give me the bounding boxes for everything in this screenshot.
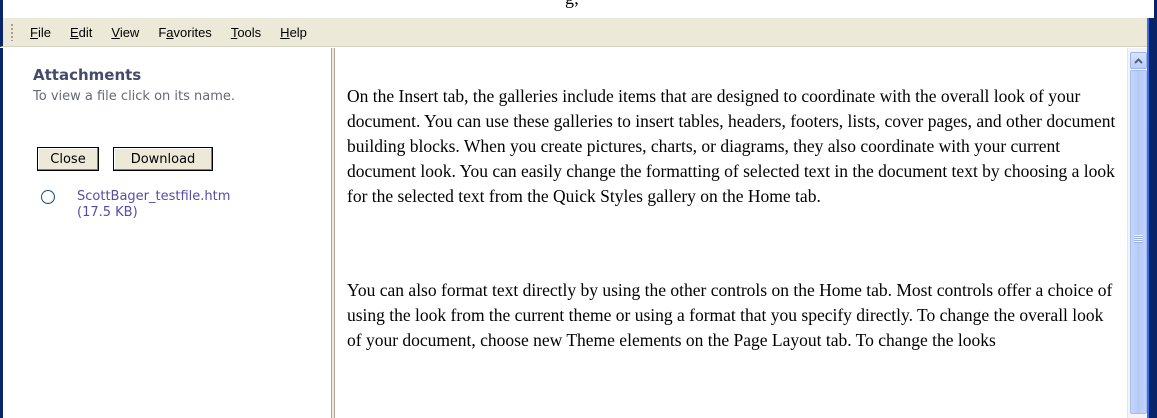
scroll-thumb[interactable] (1130, 70, 1147, 414)
menu-edit[interactable]: Edit (70, 23, 92, 42)
attachments-hint: To view a file click on its name. (33, 89, 236, 104)
browser-window: g; File Edit View Favorites Tools Help A… (0, 0, 1157, 418)
file-radio-button[interactable] (41, 190, 55, 204)
attachment-file-size: (17.5 KB) (77, 205, 138, 220)
title-strip: g; (0, 0, 1157, 18)
toolbar-grip-icon[interactable] (10, 23, 14, 41)
window-frame-right (1147, 18, 1157, 418)
window-border-left (0, 0, 3, 18)
menu-file[interactable]: File (30, 23, 51, 42)
grip-icon (1134, 235, 1143, 243)
scroll-up-button[interactable] (1130, 52, 1147, 69)
content-paragraph: On the Insert tab, the galleries include… (347, 86, 1116, 206)
chevron-up-icon (1134, 57, 1143, 64)
content-paragraph: You can also format text directly by usi… (347, 280, 1113, 350)
vertical-scrollbar[interactable] (1127, 48, 1147, 418)
attachment-file-link[interactable]: ScottBager_testfile.htm (77, 189, 230, 204)
menu-bar: File Edit View Favorites Tools Help (0, 18, 1157, 47)
cropped-title-text: g; (565, 0, 579, 9)
menu-view[interactable]: View (111, 23, 139, 42)
download-button[interactable]: Download (113, 147, 213, 171)
close-button[interactable]: Close (37, 147, 99, 171)
menu-favorites[interactable]: Favorites (158, 23, 211, 42)
document-content: On the Insert tab, the galleries include… (335, 48, 1127, 418)
attachments-heading: Attachments (33, 66, 142, 84)
attachments-panel: Attachments To view a file click on its … (0, 48, 332, 418)
menu-help[interactable]: Help (280, 23, 307, 42)
menu-tools[interactable]: Tools (231, 23, 261, 42)
